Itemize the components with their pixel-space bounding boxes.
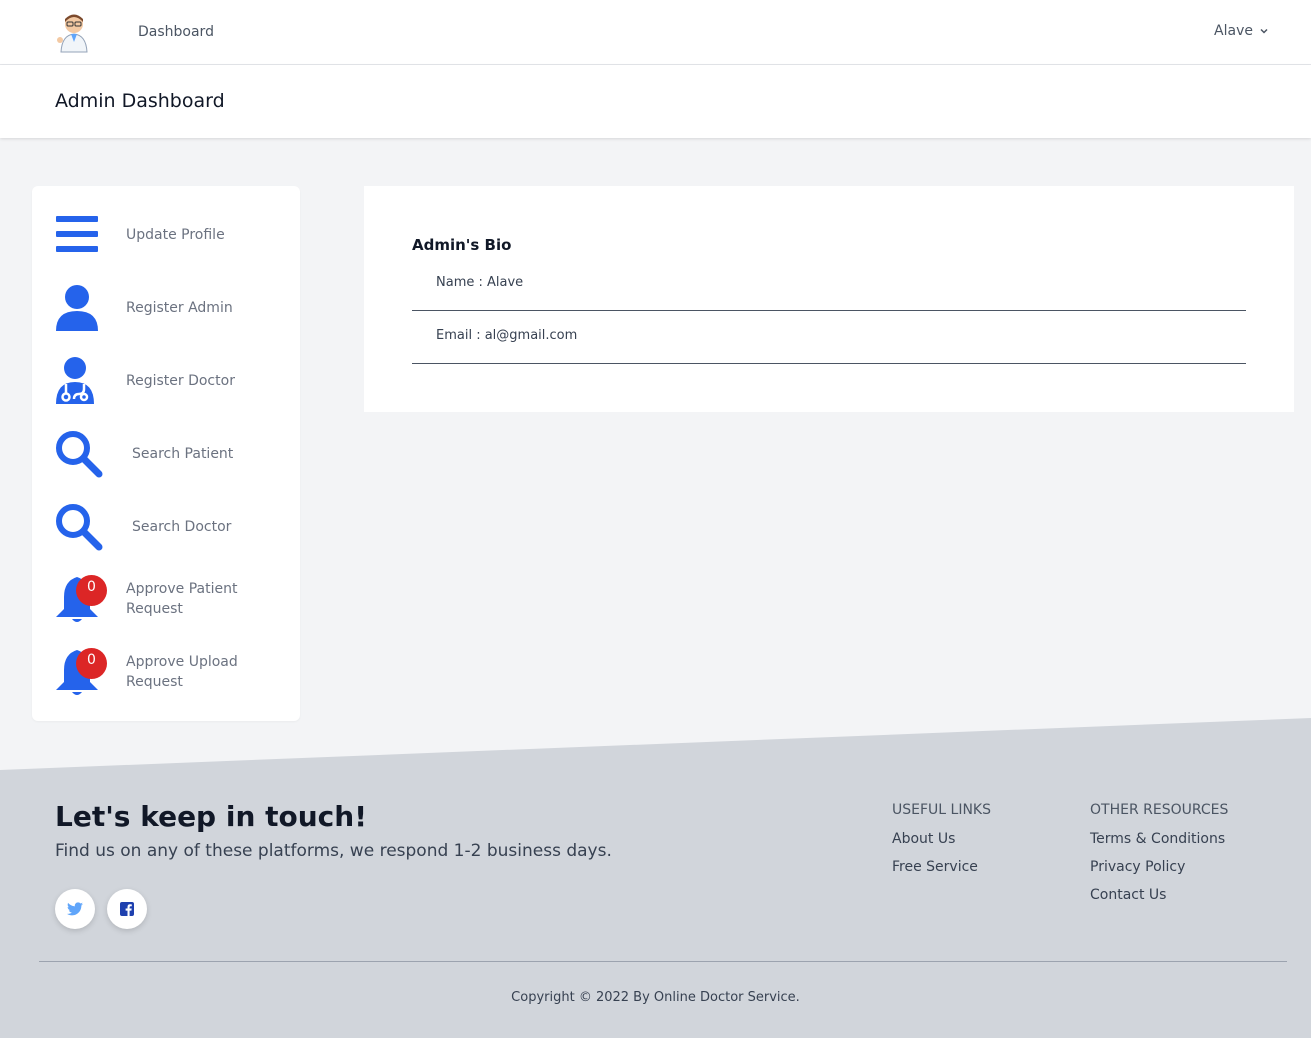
- nav-dashboard-link[interactable]: Dashboard: [138, 24, 214, 40]
- user-icon: [56, 285, 98, 331]
- bio-title: Admin's Bio: [412, 236, 512, 254]
- footer-title: Let's keep in touch!: [55, 800, 367, 833]
- sidebar-item-label: Register Admin: [126, 300, 233, 316]
- facebook-button[interactable]: [107, 889, 147, 929]
- sidebar-item-label: Update Profile: [126, 227, 225, 243]
- footer-link-about-us[interactable]: About Us: [892, 830, 991, 858]
- page-header: Admin Dashboard: [0, 65, 1311, 138]
- useful-links-heading: USEFUL LINKS: [892, 802, 991, 818]
- sidebar-item-label: Approve Upload Request: [126, 652, 238, 692]
- notification-count-badge: 0: [76, 648, 107, 679]
- page-title: Admin Dashboard: [55, 90, 225, 112]
- menu-icon: [56, 216, 98, 252]
- footer-link-contact[interactable]: Contact Us: [1090, 886, 1228, 914]
- useful-links-column: USEFUL LINKS About Us Free Service: [892, 802, 991, 886]
- admin-bio-card: Admin's Bio Name : Alave Email : al@gmai…: [364, 186, 1294, 412]
- user-menu[interactable]: Alave: [1214, 23, 1269, 39]
- other-resources-heading: OTHER RESOURCES: [1090, 802, 1229, 818]
- user-name: Alave: [1214, 23, 1253, 39]
- other-resources-column: OTHER RESOURCES Terms & Conditions Priva…: [1090, 802, 1228, 914]
- notification-count-badge: 0: [76, 575, 107, 606]
- bio-email: Email : al@gmail.com: [436, 328, 578, 343]
- twitter-button[interactable]: [55, 889, 95, 929]
- facebook-icon: [120, 902, 134, 916]
- copyright-text: Copyright © 2022 By Online Doctor Servic…: [511, 990, 800, 1005]
- bio-email-row: Email : al@gmail.com: [412, 311, 1246, 364]
- sidebar-item-approve-upload-request[interactable]: 0 Approve Upload Request: [54, 648, 294, 704]
- sidebar-item-label-line1: Approve Upload: [126, 654, 238, 670]
- sidebar-item-label-line2: Request: [126, 674, 183, 690]
- sidebar-item-search-patient[interactable]: Search Patient: [54, 429, 294, 485]
- bio-name-row: Name : Alave: [412, 258, 1246, 311]
- sidebar-item-label: Register Doctor: [126, 373, 235, 389]
- doctor-logo-icon[interactable]: [52, 10, 96, 54]
- footer-link-privacy[interactable]: Privacy Policy: [1090, 858, 1228, 886]
- footer-divider: [39, 961, 1287, 962]
- sidebar-item-register-doctor[interactable]: Register Doctor: [54, 356, 294, 412]
- search-icon: [56, 431, 103, 478]
- footer-link-terms[interactable]: Terms & Conditions: [1090, 830, 1228, 858]
- chevron-down-icon: [1260, 28, 1268, 34]
- sidebar: Update Profile Register Admin Register D…: [32, 186, 300, 721]
- bio-name: Name : Alave: [436, 275, 524, 290]
- sidebar-item-approve-patient-request[interactable]: 0 Approve Patient Request: [54, 575, 294, 631]
- top-navbar: Dashboard Alave: [0, 0, 1311, 65]
- footer-subtitle: Find us on any of these platforms, we re…: [55, 841, 612, 861]
- twitter-icon: [67, 902, 83, 916]
- search-icon: [56, 504, 103, 551]
- sidebar-item-update-profile[interactable]: Update Profile: [54, 212, 294, 268]
- sidebar-item-label-line2: Request: [126, 601, 183, 617]
- footer-link-free-service[interactable]: Free Service: [892, 858, 991, 886]
- sidebar-item-label-line1: Approve Patient: [126, 581, 238, 597]
- doctor-icon: [56, 357, 94, 404]
- sidebar-item-label: Approve Patient Request: [126, 579, 237, 619]
- sidebar-item-label: Search Patient: [132, 446, 234, 462]
- sidebar-item-register-admin[interactable]: Register Admin: [54, 283, 294, 339]
- sidebar-item-search-doctor[interactable]: Search Doctor: [54, 502, 294, 558]
- sidebar-item-label: Search Doctor: [132, 519, 232, 535]
